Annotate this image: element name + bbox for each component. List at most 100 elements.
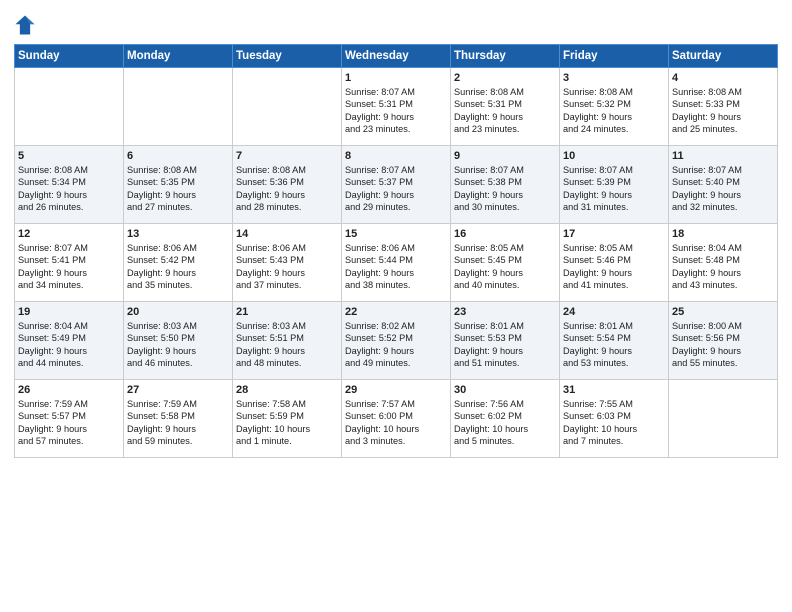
day-info: Sunrise: 8:03 AMSunset: 5:51 PMDaylight:… <box>236 320 338 370</box>
day-cell: 2 Sunrise: 8:08 AMSunset: 5:31 PMDaylight… <box>451 68 560 146</box>
day-number: 1 <box>345 72 447 84</box>
day-cell: 1 Sunrise: 8:07 AMSunset: 5:31 PMDaylight… <box>342 68 451 146</box>
calendar-header: SundayMondayTuesdayWednesdayThursdayFrid… <box>15 45 778 68</box>
day-cell: 6 Sunrise: 8:08 AMSunset: 5:35 PMDaylight… <box>124 146 233 224</box>
logo <box>14 14 39 36</box>
day-info: Sunrise: 8:01 AMSunset: 5:53 PMDaylight:… <box>454 320 556 370</box>
day-info: Sunrise: 8:05 AMSunset: 5:45 PMDaylight:… <box>454 242 556 292</box>
day-cell: 23 Sunrise: 8:01 AMSunset: 5:53 PMDayligh… <box>451 302 560 380</box>
day-number: 10 <box>563 150 665 162</box>
day-number: 4 <box>672 72 774 84</box>
day-info: Sunrise: 8:07 AMSunset: 5:39 PMDaylight:… <box>563 164 665 214</box>
day-cell <box>233 68 342 146</box>
day-cell: 16 Sunrise: 8:05 AMSunset: 5:45 PMDayligh… <box>451 224 560 302</box>
day-cell <box>669 380 778 458</box>
day-number: 21 <box>236 306 338 318</box>
day-info: Sunrise: 8:06 AMSunset: 5:43 PMDaylight:… <box>236 242 338 292</box>
week-row-5: 26 Sunrise: 7:59 AMSunset: 5:57 PMDayligh… <box>15 380 778 458</box>
day-number: 25 <box>672 306 774 318</box>
day-header-friday: Friday <box>560 45 669 68</box>
day-info: Sunrise: 8:07 AMSunset: 5:40 PMDaylight:… <box>672 164 774 214</box>
day-info: Sunrise: 8:01 AMSunset: 5:54 PMDaylight:… <box>563 320 665 370</box>
logo-icon <box>14 14 36 36</box>
page-container: SundayMondayTuesdayWednesdayThursdayFrid… <box>0 0 792 612</box>
day-number: 5 <box>18 150 120 162</box>
day-cell: 5Sunrise: 8:08 AMSunset: 5:34 PMDaylight… <box>15 146 124 224</box>
header <box>14 10 778 36</box>
day-header-monday: Monday <box>124 45 233 68</box>
day-info: Sunrise: 8:08 AMSunset: 5:32 PMDaylight:… <box>563 86 665 136</box>
day-info: Sunrise: 8:07 AMSunset: 5:38 PMDaylight:… <box>454 164 556 214</box>
week-row-3: 12 Sunrise: 8:07 AMSunset: 5:41 PMDayligh… <box>15 224 778 302</box>
header-row: SundayMondayTuesdayWednesdayThursdayFrid… <box>15 45 778 68</box>
day-cell: 11 Sunrise: 8:07 AMSunset: 5:40 PMDayligh… <box>669 146 778 224</box>
day-info: Sunrise: 7:59 AMSunset: 5:58 PMDaylight:… <box>127 398 229 448</box>
calendar-body: 1 Sunrise: 8:07 AMSunset: 5:31 PMDaylight… <box>15 68 778 458</box>
day-info: Sunrise: 8:08 AMSunset: 5:35 PMDaylight:… <box>127 164 229 214</box>
day-cell: 19 Sunrise: 8:04 AMSunset: 5:49 PMDayligh… <box>15 302 124 380</box>
day-number: 22 <box>345 306 447 318</box>
day-number: 28 <box>236 384 338 396</box>
day-info: Sunrise: 8:07 AMSunset: 5:41 PMDaylight:… <box>18 242 120 292</box>
day-info: Sunrise: 8:04 AMSunset: 5:49 PMDaylight:… <box>18 320 120 370</box>
day-number: 15 <box>345 228 447 240</box>
day-number: 12 <box>18 228 120 240</box>
day-cell: 7 Sunrise: 8:08 AMSunset: 5:36 PMDaylight… <box>233 146 342 224</box>
day-info: Sunrise: 8:03 AMSunset: 5:50 PMDaylight:… <box>127 320 229 370</box>
day-cell: 15 Sunrise: 8:06 AMSunset: 5:44 PMDayligh… <box>342 224 451 302</box>
day-cell: 10 Sunrise: 8:07 AMSunset: 5:39 PMDayligh… <box>560 146 669 224</box>
day-info: Sunrise: 8:06 AMSunset: 5:42 PMDaylight:… <box>127 242 229 292</box>
day-info: Sunrise: 8:08 AMSunset: 5:33 PMDaylight:… <box>672 86 774 136</box>
day-cell: 17 Sunrise: 8:05 AMSunset: 5:46 PMDayligh… <box>560 224 669 302</box>
day-number: 23 <box>454 306 556 318</box>
day-number: 19 <box>18 306 120 318</box>
day-cell: 27 Sunrise: 7:59 AMSunset: 5:58 PMDayligh… <box>124 380 233 458</box>
day-cell <box>15 68 124 146</box>
day-cell: 31Sunrise: 7:55 AMSunset: 6:03 PMDayligh… <box>560 380 669 458</box>
day-info: Sunrise: 8:06 AMSunset: 5:44 PMDaylight:… <box>345 242 447 292</box>
day-number: 13 <box>127 228 229 240</box>
calendar: SundayMondayTuesdayWednesdayThursdayFrid… <box>14 44 778 458</box>
day-cell <box>124 68 233 146</box>
day-number: 27 <box>127 384 229 396</box>
day-cell: 14 Sunrise: 8:06 AMSunset: 5:43 PMDayligh… <box>233 224 342 302</box>
day-cell: 25Sunrise: 8:00 AMSunset: 5:56 PMDayligh… <box>669 302 778 380</box>
day-number: 26 <box>18 384 120 396</box>
day-number: 7 <box>236 150 338 162</box>
day-info: Sunrise: 8:05 AMSunset: 5:46 PMDaylight:… <box>563 242 665 292</box>
day-number: 6 <box>127 150 229 162</box>
day-info: Sunrise: 8:02 AMSunset: 5:52 PMDaylight:… <box>345 320 447 370</box>
day-cell: 13 Sunrise: 8:06 AMSunset: 5:42 PMDayligh… <box>124 224 233 302</box>
day-header-saturday: Saturday <box>669 45 778 68</box>
day-info: Sunrise: 8:07 AMSunset: 5:37 PMDaylight:… <box>345 164 447 214</box>
day-header-sunday: Sunday <box>15 45 124 68</box>
day-info: Sunrise: 8:08 AMSunset: 5:36 PMDaylight:… <box>236 164 338 214</box>
day-cell: 4 Sunrise: 8:08 AMSunset: 5:33 PMDaylight… <box>669 68 778 146</box>
day-cell: 9 Sunrise: 8:07 AMSunset: 5:38 PMDaylight… <box>451 146 560 224</box>
day-header-tuesday: Tuesday <box>233 45 342 68</box>
week-row-2: 5Sunrise: 8:08 AMSunset: 5:34 PMDaylight… <box>15 146 778 224</box>
day-number: 30 <box>454 384 556 396</box>
day-cell: 29Sunrise: 7:57 AMSunset: 6:00 PMDayligh… <box>342 380 451 458</box>
day-info: Sunrise: 7:58 AMSunset: 5:59 PMDaylight:… <box>236 398 338 448</box>
week-row-1: 1 Sunrise: 8:07 AMSunset: 5:31 PMDaylight… <box>15 68 778 146</box>
day-info: Sunrise: 8:04 AMSunset: 5:48 PMDaylight:… <box>672 242 774 292</box>
day-number: 17 <box>563 228 665 240</box>
day-cell: 18 Sunrise: 8:04 AMSunset: 5:48 PMDayligh… <box>669 224 778 302</box>
day-cell: 20Sunrise: 8:03 AMSunset: 5:50 PMDayligh… <box>124 302 233 380</box>
day-number: 14 <box>236 228 338 240</box>
day-info: Sunrise: 7:55 AMSunset: 6:03 PMDaylight:… <box>563 398 665 448</box>
day-number: 16 <box>454 228 556 240</box>
week-row-4: 19 Sunrise: 8:04 AMSunset: 5:49 PMDayligh… <box>15 302 778 380</box>
day-number: 29 <box>345 384 447 396</box>
day-number: 18 <box>672 228 774 240</box>
day-info: Sunrise: 7:59 AMSunset: 5:57 PMDaylight:… <box>18 398 120 448</box>
day-number: 3 <box>563 72 665 84</box>
day-cell: 28 Sunrise: 7:58 AMSunset: 5:59 PMDayligh… <box>233 380 342 458</box>
day-info: Sunrise: 8:07 AMSunset: 5:31 PMDaylight:… <box>345 86 447 136</box>
day-number: 11 <box>672 150 774 162</box>
day-cell: 22 Sunrise: 8:02 AMSunset: 5:52 PMDayligh… <box>342 302 451 380</box>
day-number: 9 <box>454 150 556 162</box>
day-number: 2 <box>454 72 556 84</box>
day-info: Sunrise: 8:08 AMSunset: 5:31 PMDaylight:… <box>454 86 556 136</box>
